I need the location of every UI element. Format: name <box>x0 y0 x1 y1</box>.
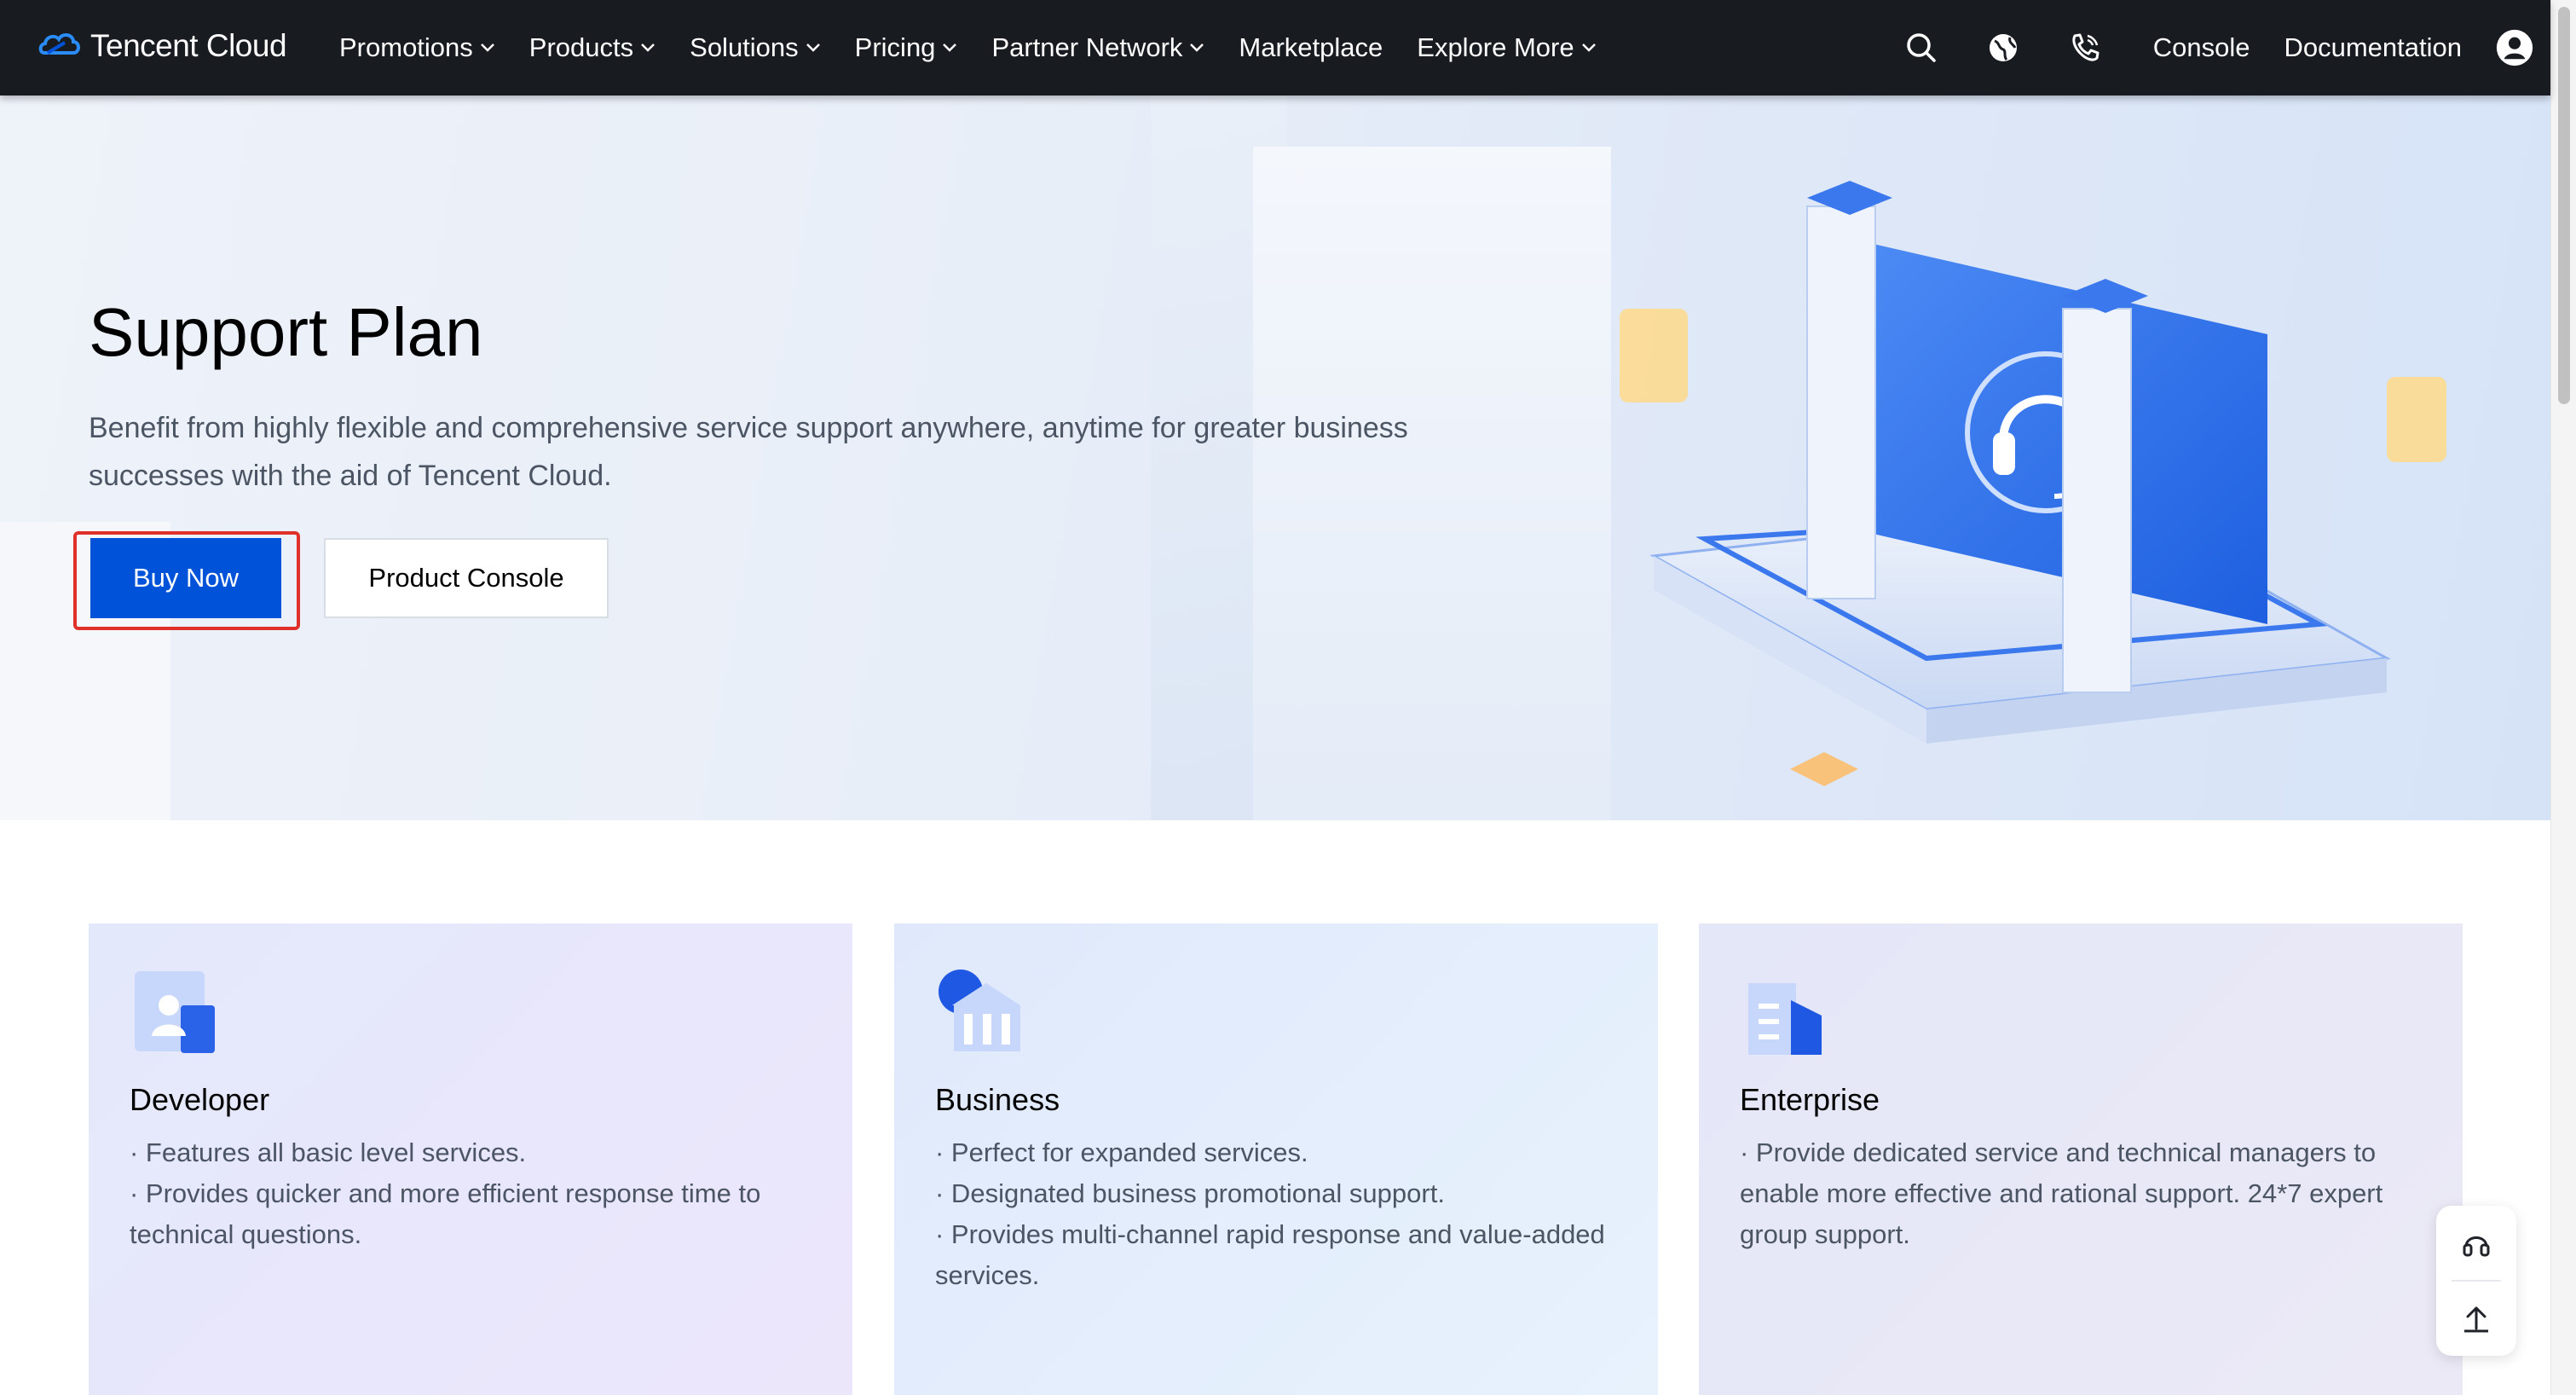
nav-item-products[interactable]: Products <box>529 32 656 63</box>
search-icon[interactable] <box>1903 29 1940 67</box>
nav-right: Console Documentation <box>1858 0 2550 96</box>
nav-item-label: Pricing <box>854 32 936 62</box>
console-link[interactable]: Console <box>2153 32 2250 63</box>
scrollbar-thumb[interactable] <box>2558 7 2570 404</box>
arrow-up-icon <box>2464 1306 2488 1333</box>
divider <box>2452 1280 2501 1282</box>
cloud-logo-icon <box>38 33 80 55</box>
nav-item-partner-network[interactable]: Partner Network <box>991 32 1204 63</box>
page-title: Support Plan <box>89 294 483 370</box>
floating-toolbar <box>2436 1206 2516 1356</box>
plan-feature: · Designated business promotional suppor… <box>935 1178 1445 1208</box>
plan-card-developer[interactable]: Developer · Features all basic level ser… <box>89 923 852 1395</box>
globe-icon[interactable] <box>1984 29 2022 67</box>
plan-card-business[interactable]: Business · Perfect for expanded services… <box>894 923 1658 1395</box>
brand-name: Tencent Cloud <box>90 28 287 63</box>
user-icon[interactable] <box>2496 29 2533 67</box>
brand-logo[interactable]: Tencent Cloud <box>36 22 287 70</box>
page-scrollbar[interactable] <box>2550 0 2576 1395</box>
nav-item-label: Promotions <box>339 32 473 62</box>
chevron-down-icon <box>943 43 957 52</box>
phone-icon[interactable] <box>2066 29 2104 67</box>
nav-item-promotions[interactable]: Promotions <box>339 32 495 63</box>
nav-links: Promotions Products Solutions Pricing Pa… <box>339 0 1631 96</box>
nav-item-solutions[interactable]: Solutions <box>690 32 821 63</box>
plan-feature: · Features all basic level services. <box>130 1137 527 1167</box>
plan-card-enterprise[interactable]: Enterprise · Provide dedicated service a… <box>1699 923 2463 1395</box>
product-console-button[interactable]: Product Console <box>324 538 609 618</box>
buy-now-button[interactable]: Buy Now <box>90 538 281 618</box>
nav-item-label: Solutions <box>690 32 799 62</box>
plan-feature: · Perfect for expanded services. <box>935 1137 1308 1167</box>
customer-support-button[interactable] <box>2456 1223 2497 1264</box>
chevron-down-icon <box>641 43 656 52</box>
plan-title: Business <box>935 1082 1060 1117</box>
plan-feature-list: · Features all basic level services. · P… <box>130 1132 811 1255</box>
chevron-down-icon <box>806 43 820 52</box>
chevron-down-icon <box>1581 43 1596 52</box>
plan-feature-list: · Perfect for expanded services. · Desig… <box>935 1132 1617 1296</box>
plan-feature: · Provides quicker and more efficient re… <box>130 1178 761 1249</box>
nav-item-label: Marketplace <box>1239 32 1383 62</box>
nav-item-explore-more[interactable]: Explore More <box>1417 32 1596 63</box>
plan-feature: · Provides multi-channel rapid response … <box>935 1219 1605 1290</box>
nav-item-marketplace[interactable]: Marketplace <box>1239 32 1383 63</box>
nav-item-label: Partner Network <box>991 32 1183 62</box>
top-nav: Tencent Cloud Promotions Products Soluti… <box>0 0 2550 96</box>
chevron-down-icon <box>480 43 494 52</box>
support-illustration <box>1620 181 2446 786</box>
nav-item-label: Products <box>528 32 634 62</box>
plan-title: Enterprise <box>1740 1082 1880 1117</box>
back-to-top-button[interactable] <box>2456 1298 2497 1339</box>
documentation-link[interactable]: Documentation <box>2284 32 2462 63</box>
nav-item-label: Explore More <box>1417 32 1574 62</box>
developer-icon <box>135 971 215 1053</box>
hero-description: Benefit from highly flexible and compreh… <box>89 412 1408 492</box>
enterprise-icon <box>1748 983 1822 1055</box>
business-icon <box>939 970 1020 1051</box>
plan-title: Developer <box>130 1082 270 1117</box>
nav-item-pricing[interactable]: Pricing <box>855 32 958 63</box>
plan-feature: · Provide dedicated service and technica… <box>1740 1137 2383 1249</box>
chevron-down-icon <box>1190 43 1204 52</box>
plan-feature-list: · Provide dedicated service and technica… <box>1740 1132 2422 1255</box>
hero-banner: Support Plan Benefit from highly flexibl… <box>0 96 2550 820</box>
headset-icon <box>2463 1236 2490 1257</box>
